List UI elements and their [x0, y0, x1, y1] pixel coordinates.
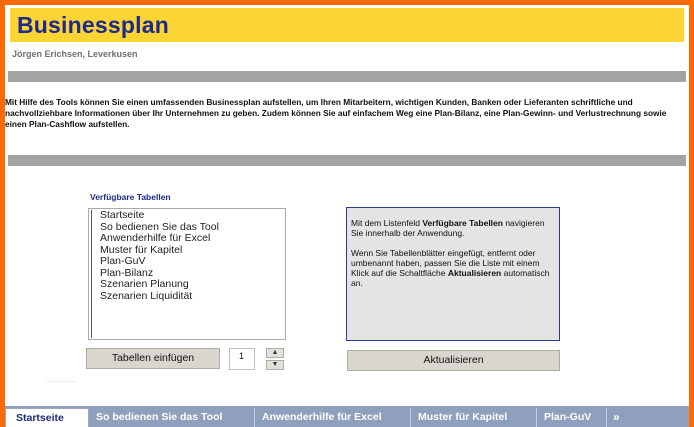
chevron-up-icon: ▲	[271, 349, 279, 356]
info-paragraph-1: Mit dem Listenfeld Verfügbare Tabellen n…	[351, 218, 545, 238]
list-item[interactable]: Anwenderhilfe für Excel	[92, 232, 210, 245]
sheet-tab-strip: Startseite So bedienen Sie das Tool Anwe…	[5, 406, 689, 427]
sheet-tab-muster[interactable]: Muster für Kapitel	[411, 408, 537, 427]
sheet-tab-anwenderhilfe[interactable]: Anwenderhilfe für Excel	[255, 408, 411, 427]
info-paragraph-2: Wenn Sie Tabellenblätter eingefügt, entf…	[351, 248, 550, 288]
intro-text: Mit Hilfe des Tools können Sie einen umf…	[5, 97, 667, 129]
sheet-tab-plan-guv[interactable]: Plan-GuV	[537, 408, 607, 427]
list-item[interactable]: Plan-GuV	[92, 255, 180, 268]
spin-down-button[interactable]: ▼	[266, 360, 284, 370]
title-banner: Businessplan	[10, 8, 684, 42]
divider-bottom	[8, 155, 686, 166]
sheet-tab-startseite[interactable]: Startseite	[5, 408, 89, 427]
divider-top	[8, 71, 686, 82]
sheet-tab-so-bedienen[interactable]: So bedienen Sie das Tool	[89, 408, 255, 427]
more-tabs-icon[interactable]: »	[607, 408, 637, 427]
page-title: Businessplan	[17, 12, 169, 38]
tables-list-label: Verfügbare Tabellen	[90, 192, 171, 202]
worksheet: Businessplan Jörgen Erichsen, Leverkusen…	[5, 5, 689, 427]
info-box: Mit dem Listenfeld Verfügbare Tabellen n…	[346, 207, 560, 341]
list-item[interactable]: Startseite	[92, 209, 180, 222]
tables-listbox[interactable]: Startseite So bedienen Sie das Tool Anwe…	[88, 208, 286, 340]
table-count-input[interactable]: 1	[229, 348, 255, 370]
spin-up-button[interactable]: ▲	[266, 348, 284, 358]
author-line: Jörgen Erichsen, Leverkusen	[12, 49, 138, 59]
listbox-items: Startseite So bedienen Sie das Tool Anwe…	[91, 209, 219, 338]
list-item[interactable]: Szenarien Planung	[92, 278, 189, 291]
chevron-down-icon: ▼	[271, 361, 279, 368]
list-item[interactable]: Szenarien Liquidität	[92, 290, 192, 303]
faint-divider	[46, 381, 76, 382]
refresh-button[interactable]: Aktualisieren	[347, 350, 560, 371]
insert-tables-button[interactable]: Tabellen einfügen	[86, 348, 220, 369]
